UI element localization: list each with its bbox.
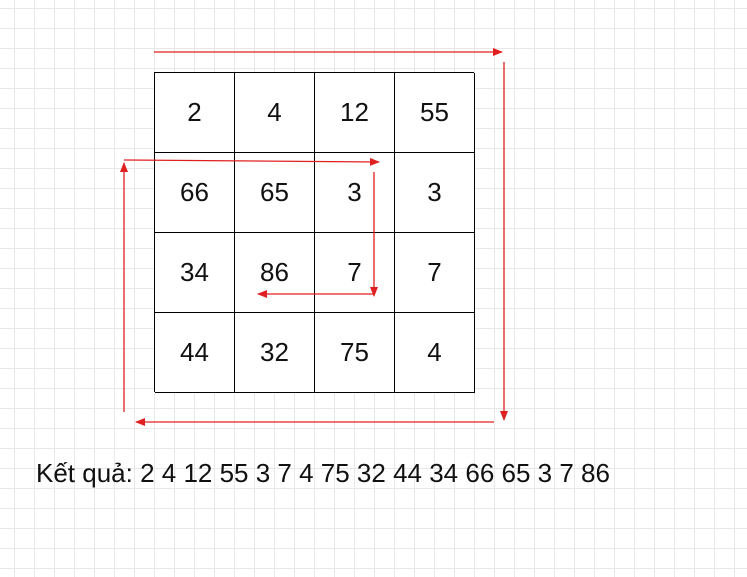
matrix-cell: 3	[395, 153, 475, 233]
matrix-cell: 2	[155, 73, 235, 153]
matrix-cell: 32	[235, 313, 315, 393]
matrix-cell: 34	[155, 233, 235, 313]
matrix-cell: 66	[155, 153, 235, 233]
matrix-cell: 4	[235, 73, 315, 153]
matrix-cell: 75	[315, 313, 395, 393]
matrix-cell: 55	[395, 73, 475, 153]
spiral-diagram: 2 4 12 55 66 65 3 3 34 86 7 7 44 32 75 4	[0, 0, 747, 577]
matrix-cell: 65	[235, 153, 315, 233]
matrix-cell: 7	[395, 233, 475, 313]
matrix-cell: 4	[395, 313, 475, 393]
result-text: Kết quả: 2 4 12 55 3 7 4 75 32 44 34 66 …	[36, 458, 610, 488]
matrix-cell: 3	[315, 153, 395, 233]
matrix-grid: 2 4 12 55 66 65 3 3 34 86 7 7 44 32 75 4	[154, 72, 475, 393]
matrix-cell: 44	[155, 313, 235, 393]
matrix-cell: 7	[315, 233, 395, 313]
matrix-cell: 12	[315, 73, 395, 153]
matrix-cell: 86	[235, 233, 315, 313]
